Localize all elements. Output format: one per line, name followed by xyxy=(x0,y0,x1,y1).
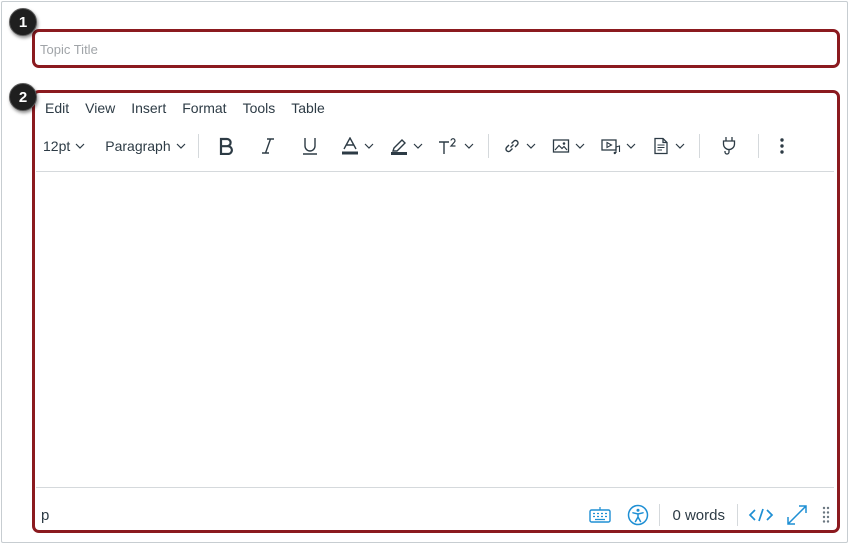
chevron-down-icon xyxy=(575,143,585,149)
chevron-down-icon xyxy=(75,143,85,149)
toolbar-divider xyxy=(698,134,700,158)
keyboard-icon xyxy=(589,507,612,523)
link-button[interactable] xyxy=(495,130,544,162)
text-color-button[interactable] xyxy=(331,130,384,162)
menu-format[interactable]: Format xyxy=(174,100,234,116)
text-color-icon xyxy=(341,137,358,155)
link-icon xyxy=(504,139,519,153)
editor-toolbar: 12pt Paragraph xyxy=(37,128,832,164)
topic-title-input[interactable] xyxy=(36,34,832,64)
toolbar-divider xyxy=(487,134,489,158)
editor-menubar: Edit View Insert Format Tools Table xyxy=(37,96,333,120)
resize-handle[interactable] xyxy=(812,506,832,524)
chevron-down-icon xyxy=(176,143,186,149)
italic-icon xyxy=(261,138,274,154)
superscript-button[interactable] xyxy=(429,130,482,162)
callout-badge-2: 2 xyxy=(9,83,37,111)
menu-insert[interactable]: Insert xyxy=(123,100,174,116)
highlight-color-button[interactable] xyxy=(384,130,429,162)
apps-plugin-button[interactable] xyxy=(706,130,752,162)
expand-icon xyxy=(787,505,807,525)
document-icon xyxy=(653,137,668,155)
accessibility-icon xyxy=(628,504,649,526)
fullscreen-button[interactable] xyxy=(782,504,812,526)
menu-view[interactable]: View xyxy=(77,100,123,116)
bold-icon xyxy=(219,137,233,155)
image-button[interactable] xyxy=(544,130,593,162)
underline-button[interactable] xyxy=(289,130,331,162)
html-editor-toggle-button[interactable] xyxy=(740,506,782,524)
italic-button[interactable] xyxy=(247,130,289,162)
callout-badge-1: 1 xyxy=(9,8,37,36)
menu-table[interactable]: Table xyxy=(283,100,332,116)
highlighter-icon xyxy=(390,139,407,155)
toolbar-divider xyxy=(757,134,759,158)
code-icon xyxy=(748,508,774,522)
plug-icon xyxy=(722,137,735,155)
bold-button[interactable] xyxy=(205,130,247,162)
toolbar-divider xyxy=(197,134,199,158)
chevron-down-icon xyxy=(413,143,423,149)
media-icon xyxy=(600,139,620,155)
more-vertical-icon xyxy=(779,138,784,154)
media-button[interactable] xyxy=(593,130,644,162)
editor-statusbar: p 0 words xyxy=(37,500,832,530)
menu-tools[interactable]: Tools xyxy=(235,100,284,116)
document-button[interactable] xyxy=(644,130,693,162)
more-options-button[interactable] xyxy=(765,130,799,162)
statusbar-divider xyxy=(737,504,738,526)
underline-icon xyxy=(302,138,317,155)
chevron-down-icon xyxy=(464,143,474,149)
word-count[interactable]: 0 words xyxy=(662,507,735,524)
block-format-label: Paragraph xyxy=(105,138,171,154)
chevron-down-icon xyxy=(675,143,685,149)
superscript-icon xyxy=(438,138,456,154)
keyboard-shortcuts-button[interactable] xyxy=(581,506,619,524)
element-path[interactable]: p xyxy=(37,507,49,524)
chevron-down-icon xyxy=(626,143,636,149)
grip-icon xyxy=(822,506,830,523)
rich-content-editor-body[interactable] xyxy=(36,171,834,488)
block-format-dropdown[interactable]: Paragraph xyxy=(99,130,191,162)
chevron-down-icon xyxy=(364,143,374,149)
accessibility-checker-button[interactable] xyxy=(619,504,657,526)
font-size-label: 12pt xyxy=(43,138,71,154)
statusbar-divider xyxy=(659,504,661,526)
font-size-dropdown[interactable]: 12pt xyxy=(37,130,91,162)
menu-edit[interactable]: Edit xyxy=(37,100,77,116)
chevron-down-icon xyxy=(526,143,536,149)
image-icon xyxy=(552,139,569,153)
